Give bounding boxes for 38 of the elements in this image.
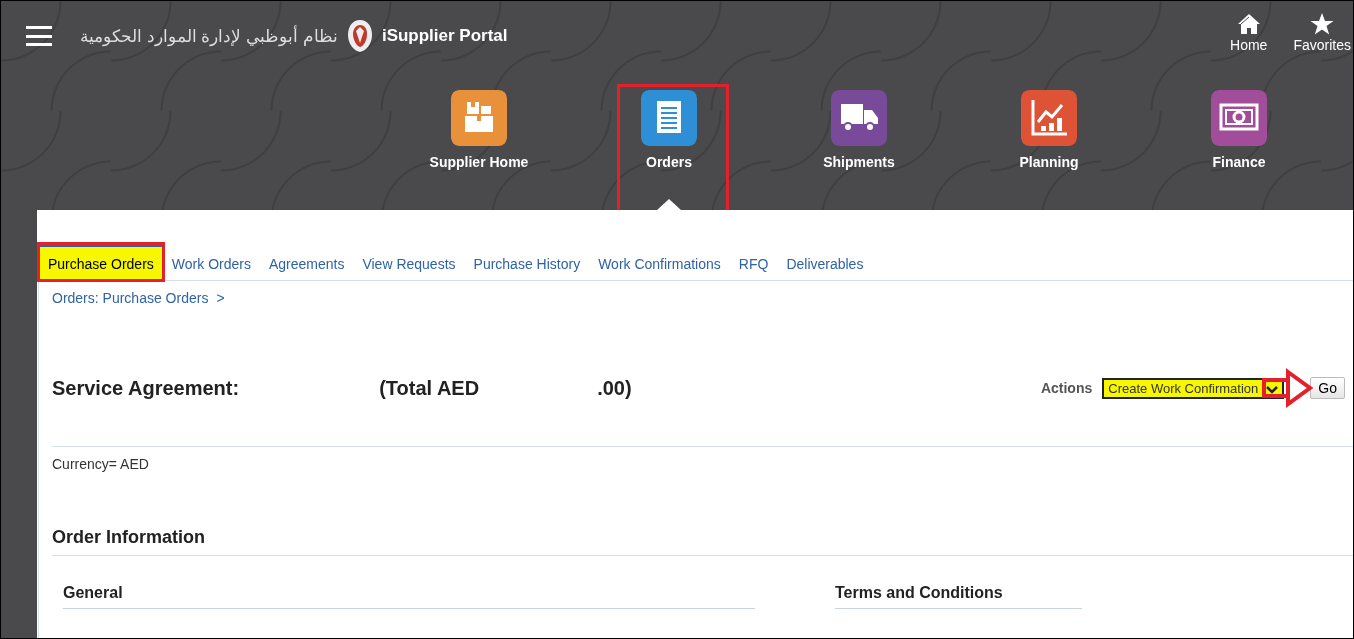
tab[interactable]: Agreements	[259, 244, 354, 280]
chart-icon[interactable]	[1021, 90, 1077, 146]
go-button[interactable]: Go	[1310, 377, 1345, 399]
app-title: iSupplier Portal	[381, 26, 508, 46]
banknote-icon[interactable]	[1211, 90, 1267, 146]
tab[interactable]: Purchase History	[464, 244, 590, 280]
menu-icon[interactable]	[26, 26, 52, 46]
home-link[interactable]: Home	[1230, 13, 1268, 53]
subsection-heading: General	[63, 556, 755, 609]
star-icon	[1310, 13, 1335, 35]
tab[interactable]: Purchase Orders	[39, 244, 163, 280]
section-heading: Order Information	[52, 527, 1353, 556]
document-icon[interactable]	[641, 90, 697, 146]
breadcrumb-link[interactable]: Orders: Purchase Orders	[52, 290, 209, 306]
home-icon	[1236, 13, 1261, 35]
actions-select[interactable]: Create Work Confirmation	[1102, 377, 1285, 399]
subsection-heading: Terms and Conditions	[835, 556, 1082, 609]
boxes-icon[interactable]	[451, 90, 507, 146]
nav-link[interactable]: Supplier Home	[429, 154, 529, 170]
nav-link[interactable]: Orders	[646, 154, 692, 170]
chevron-down-icon	[1266, 385, 1279, 394]
nav-link[interactable]: Shipments	[823, 154, 895, 170]
tab[interactable]: View Requests	[353, 244, 465, 280]
breadcrumb-separator: >	[216, 290, 225, 306]
tab[interactable]: RFQ	[729, 244, 778, 280]
annotation-arrow	[1262, 367, 1315, 408]
favorites-link[interactable]: Favorites	[1293, 13, 1351, 53]
page-title: Service Agreement: (Total AED .00)	[52, 376, 632, 400]
truck-icon[interactable]	[831, 90, 887, 146]
organization-name: نظام أبوظبي لإدارة الموارد الحكومية	[80, 25, 338, 47]
emblem-icon	[345, 19, 374, 53]
tab[interactable]: Work Orders	[162, 244, 260, 280]
actions-label: Actions	[1040, 380, 1093, 396]
currency-text: Currency= AED	[52, 456, 150, 472]
nav-link[interactable]: Planning	[1019, 154, 1079, 170]
tab[interactable]: Deliverables	[777, 244, 873, 280]
nav-link[interactable]: Finance	[1212, 154, 1266, 170]
tab[interactable]: Work Confirmations	[589, 244, 730, 280]
